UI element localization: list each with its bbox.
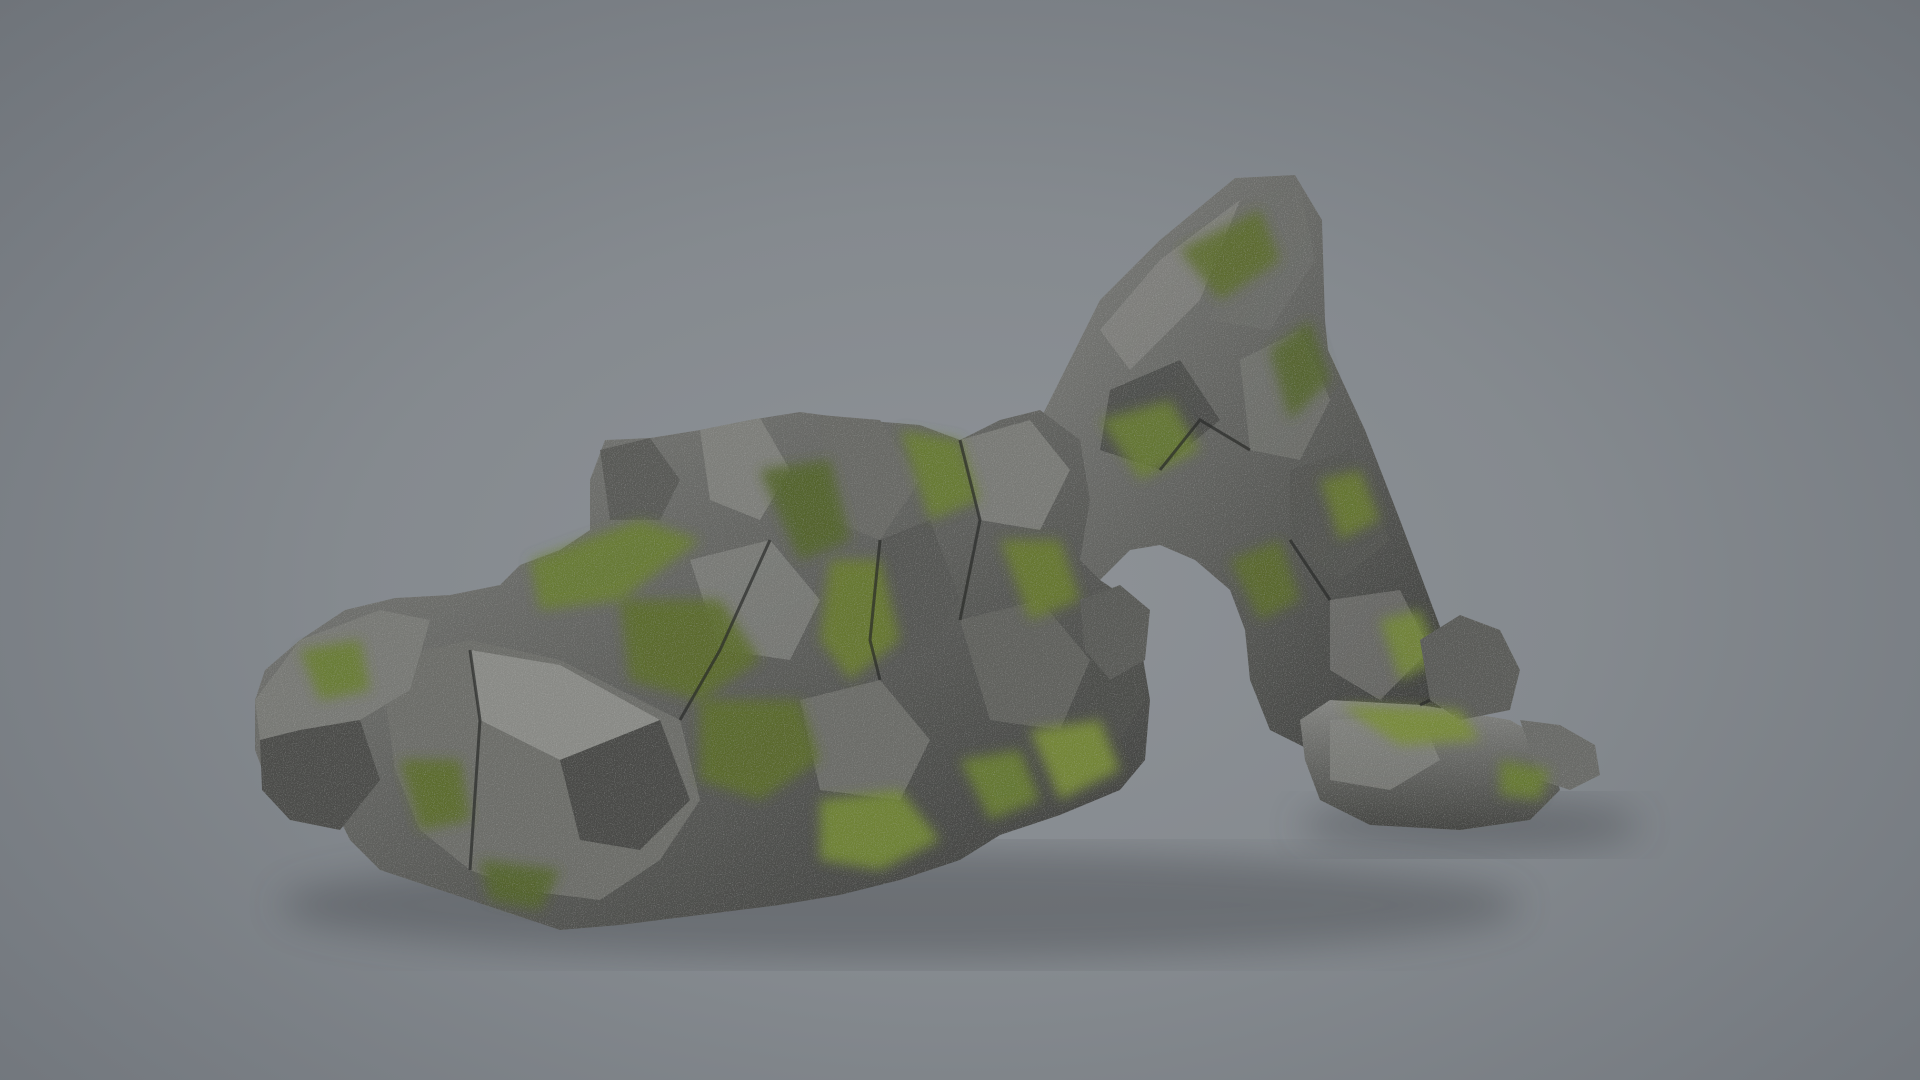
rock-arch-render <box>255 175 1640 960</box>
3d-viewport[interactable] <box>0 0 1920 1080</box>
